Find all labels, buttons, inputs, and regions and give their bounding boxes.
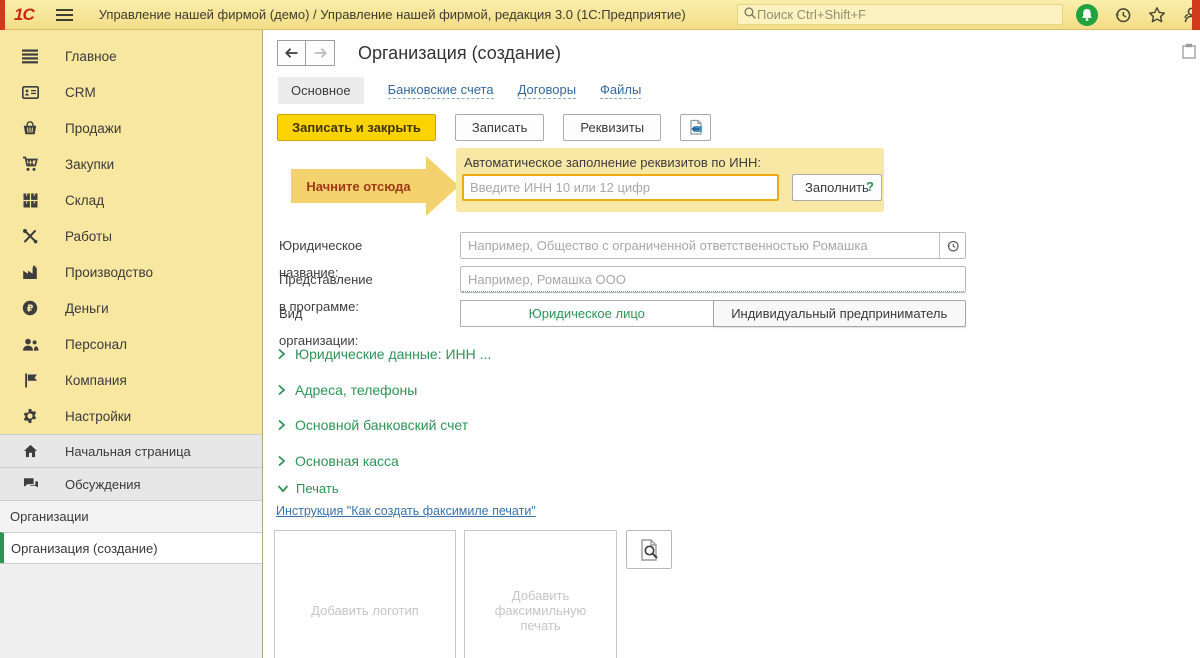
- details-button[interactable]: Реквизиты: [563, 114, 662, 141]
- sidebar-item-sales[interactable]: Продажи: [0, 110, 262, 146]
- sidebar-item-staff[interactable]: Персонал: [0, 326, 262, 362]
- main-icon: [21, 48, 39, 65]
- sidebar-tab-organizations[interactable]: Организации: [0, 500, 262, 532]
- tab-files[interactable]: Файлы: [600, 82, 642, 99]
- legal-name-input[interactable]: [461, 233, 939, 258]
- warehouse-icon: [21, 192, 39, 209]
- search-input[interactable]: [757, 7, 1057, 22]
- inn-input[interactable]: [462, 174, 779, 201]
- staff-icon: [21, 336, 39, 353]
- sidebar-tab-organization-create[interactable]: Организация (создание): [0, 532, 262, 563]
- window-controls-icon[interactable]: [1182, 43, 1197, 62]
- page-title: Организация (создание): [358, 42, 561, 63]
- add-facsimile-box[interactable]: Добавить факсимильную печать: [464, 530, 617, 658]
- global-search[interactable]: [737, 4, 1063, 25]
- brand-red-strip-right: [1192, 0, 1200, 30]
- chevron-right-icon: [278, 455, 286, 467]
- sales-icon: [21, 120, 39, 137]
- money-icon: ₽: [21, 300, 39, 317]
- works-icon: [21, 228, 39, 245]
- chevron-right-icon: [278, 348, 286, 360]
- history-icon[interactable]: [1113, 5, 1132, 24]
- svg-text:₽: ₽: [27, 303, 34, 314]
- help-question-icon[interactable]: ?: [866, 179, 874, 194]
- input-history-icon[interactable]: [939, 233, 965, 258]
- main-menu-icon[interactable]: [55, 8, 73, 21]
- start-here-arrow-head: [426, 156, 459, 216]
- sidebar: Главное CRM Продажи Закупки Склад Работы…: [0, 30, 263, 658]
- organization-form: Организация (создание) Основное Банковск…: [264, 30, 1200, 658]
- chevron-down-icon: [277, 485, 289, 493]
- title-bar: 1С Управление нашей фирмой (демо) / Упра…: [0, 0, 1200, 30]
- sidebar-item-warehouse[interactable]: Склад: [0, 182, 262, 218]
- tab-contracts[interactable]: Договоры: [517, 82, 577, 99]
- purchases-icon: [21, 156, 39, 173]
- save-and-close-button[interactable]: Записать и закрыть: [277, 114, 436, 141]
- company-icon: [21, 372, 39, 389]
- sidebar-empty-area: [0, 563, 262, 658]
- section-print-expanded[interactable]: Печать: [277, 481, 339, 496]
- forward-button-disabled[interactable]: [306, 40, 335, 66]
- sidebar-item-company[interactable]: Компания: [0, 362, 262, 398]
- production-icon: [21, 264, 39, 281]
- discussions-icon: [22, 477, 39, 491]
- inn-autofill-panel: Автоматическое заполнение реквизитов по …: [456, 148, 884, 212]
- load-document-icon[interactable]: [680, 114, 712, 141]
- tab-main[interactable]: Основное: [278, 77, 364, 104]
- search-icon: [743, 6, 757, 23]
- save-button[interactable]: Записать: [454, 114, 545, 141]
- section-addresses-phones[interactable]: Адреса, телефоны: [277, 382, 417, 398]
- sidebar-item-settings[interactable]: Настройки: [0, 398, 262, 434]
- facsimile-instruction-link[interactable]: Инструкция "Как создать факсимиле печати…: [276, 504, 536, 518]
- sidebar-item-money[interactable]: ₽ Деньги: [0, 290, 262, 326]
- org-type-toggle: Юридическое лицо Индивидуальный предприн…: [460, 300, 966, 327]
- section-legal-data[interactable]: Юридические данные: ИНН ...: [277, 346, 491, 362]
- preview-document-icon[interactable]: [626, 530, 672, 569]
- settings-icon: [21, 408, 39, 425]
- sidebar-item-production[interactable]: Производство: [0, 254, 262, 290]
- window-title: Управление нашей фирмой (демо) / Управле…: [98, 7, 686, 22]
- tab-bank-accounts[interactable]: Банковские счета: [387, 82, 494, 99]
- sidebar-item-purchases[interactable]: Закупки: [0, 146, 262, 182]
- crm-icon: [21, 84, 39, 101]
- section-main-cash-desk[interactable]: Основная касса: [277, 453, 399, 469]
- chevron-right-icon: [278, 384, 286, 396]
- brand-red-strip-left: [0, 0, 5, 30]
- org-type-individual-entrepreneur[interactable]: Индивидуальный предприниматель: [712, 300, 966, 327]
- back-button[interactable]: [277, 40, 306, 66]
- notifications-bell-icon[interactable]: [1076, 3, 1098, 26]
- sidebar-item-works[interactable]: Работы: [0, 218, 262, 254]
- sidebar-item-crm[interactable]: CRM: [0, 74, 262, 110]
- org-type-legal-entity[interactable]: Юридическое лицо: [460, 300, 714, 327]
- 1c-logo[interactable]: 1С: [14, 5, 35, 25]
- display-name-input[interactable]: [460, 266, 966, 293]
- start-here-arrow: Начните отсюда: [291, 169, 426, 203]
- form-tabs: Основное Банковские счета Договоры Файлы: [278, 77, 642, 104]
- add-logo-box[interactable]: Добавить логотип: [274, 530, 456, 658]
- sections-panel: Главное CRM Продажи Закупки Склад Работы…: [0, 30, 262, 434]
- home-icon: [22, 444, 39, 458]
- sidebar-item-discussions[interactable]: Обсуждения: [0, 467, 262, 500]
- section-main-bank-account[interactable]: Основной банковский счет: [277, 417, 468, 433]
- command-bar: Записать и закрыть Записать Реквизиты: [277, 114, 712, 141]
- favorites-star-icon[interactable]: [1147, 5, 1166, 24]
- inn-autofill-label: Автоматическое заполнение реквизитов по …: [464, 155, 761, 170]
- start-here-label: Начните отсюда: [306, 178, 411, 194]
- sidebar-item-home[interactable]: Начальная страница: [0, 434, 262, 467]
- sidebar-item-main[interactable]: Главное: [0, 38, 262, 74]
- chevron-right-icon: [278, 419, 286, 431]
